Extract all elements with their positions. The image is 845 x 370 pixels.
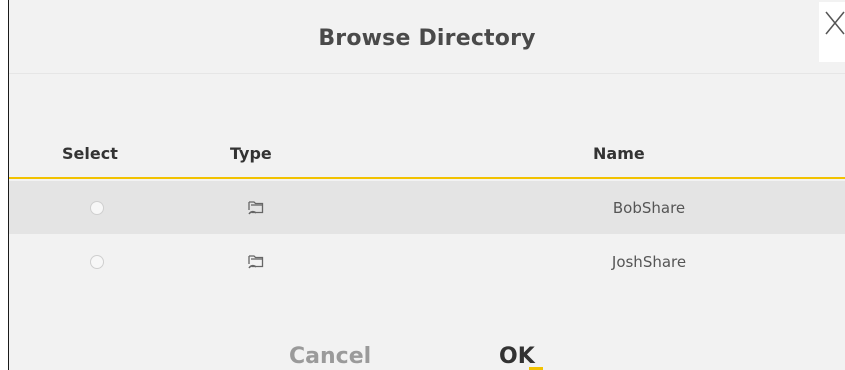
cancel-button[interactable]: Cancel bbox=[289, 344, 371, 369]
close-icon bbox=[825, 11, 845, 35]
table-row[interactable]: BobShare bbox=[9, 181, 845, 234]
close-button[interactable] bbox=[819, 2, 845, 62]
header-divider bbox=[9, 177, 845, 179]
dialog-title: Browse Directory bbox=[318, 26, 536, 51]
select-radio[interactable] bbox=[90, 255, 104, 269]
title-divider bbox=[9, 73, 845, 74]
share-name: JoshShare bbox=[611, 253, 687, 271]
select-radio[interactable] bbox=[90, 201, 104, 215]
share-name: BobShare bbox=[612, 199, 686, 217]
table-row[interactable]: JoshShare bbox=[9, 235, 845, 288]
column-header-type: Type bbox=[230, 144, 272, 163]
column-header-select: Select bbox=[62, 144, 118, 163]
ok-button[interactable]: OK bbox=[499, 344, 543, 370]
folder-share-icon bbox=[248, 255, 264, 269]
browse-directory-dialog: Browse Directory Select Type Name BobSha… bbox=[8, 0, 845, 370]
column-header-name: Name bbox=[593, 144, 645, 163]
folder-share-icon bbox=[248, 201, 264, 215]
